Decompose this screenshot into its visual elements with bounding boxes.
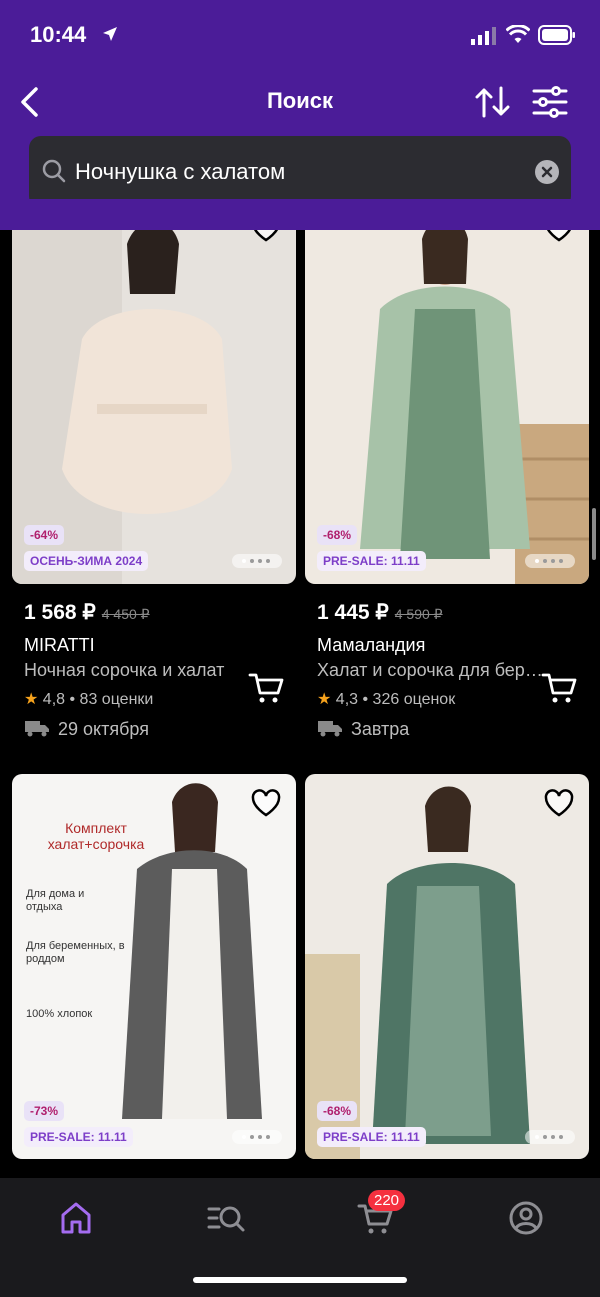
price: 1 445 ₽4 590 ₽ [317,601,443,624]
product-description: Ночная сорочка и халат [24,660,225,680]
image-pagination [232,1130,282,1144]
image-pagination [232,554,282,568]
discount-badge: -73% [24,1101,65,1121]
wifi-icon [506,25,530,43]
status-time: 10:44 [30,22,87,47]
home-indicator [193,1277,407,1283]
product-description: Халат и сорочка для беременных [317,660,543,680]
delivery-truck-icon [25,721,49,737]
image-pagination [525,1130,575,1144]
discount-badge: -64% [24,525,65,545]
cart-count-badge: 220 [368,1190,406,1211]
image-pagination [525,554,575,568]
delivery-truck-icon [318,721,342,737]
home-tab-icon[interactable] [56,1198,96,1238]
price: 1 568 ₽4 450 ₽ [24,601,150,624]
top-bar: 10:44 Поиск [0,0,600,230]
product-card[interactable]: -68% PRE-SALE: 11.11 [305,199,589,584]
battery-icon [538,25,575,45]
old-price: 4 450 ₽ [101,606,150,622]
promo-tag: ОСЕНЬ-ЗИМА 2024 [24,551,149,571]
product-info: 1 568 ₽4 450 ₽ MIRATTI Ночная сорочка и … [24,600,308,740]
image-caption: Для дома и отдыха [26,888,85,913]
search-bar[interactable] [29,136,571,208]
old-price: 4 590 ₽ [394,606,443,622]
promo-tag: PRE-SALE: 11.11 [317,1127,426,1147]
profile-tab-icon[interactable] [506,1198,546,1238]
discount-badge: -68% [317,525,358,545]
star-icon: ★ [317,691,332,708]
favorite-heart-icon[interactable] [250,788,282,818]
cellular-signal-icon [471,27,496,45]
promo-tag: PRE-SALE: 11.11 [317,551,426,571]
search-icon [42,159,66,183]
product-card[interactable]: Комплект халат+сорочка Для дома и отдыха… [12,774,296,1159]
delivery-date: Завтра [317,719,600,740]
image-headline: Комплект халат+сорочка [47,820,145,852]
image-caption: Для беременных, в роддом [26,940,125,965]
product-card[interactable]: -68% PRE-SALE: 11.11 [305,774,589,1159]
location-arrow-icon [103,27,117,41]
status-bar: 10:44 [0,0,600,72]
product-card[interactable]: -64% ОСЕНЬ-ЗИМА 2024 [12,199,296,584]
discount-badge: -68% [317,1101,358,1121]
promo-tag: PRE-SALE: 11.11 [24,1127,133,1147]
favorite-heart-icon[interactable] [543,788,575,818]
scrollbar[interactable] [592,508,596,560]
image-caption: 100% хлопок [26,1008,93,1020]
filter-icon[interactable] [530,86,570,118]
add-to-cart-icon[interactable] [248,672,284,704]
catalog-tab-icon[interactable] [206,1198,246,1238]
clear-search-icon[interactable] [535,160,559,184]
delivery-date: 29 октября [24,719,308,740]
brand-name: Мамаландия [317,635,426,655]
brand-name: MIRATTI [24,635,95,655]
search-input[interactable] [75,154,525,190]
add-to-cart-icon[interactable] [541,672,577,704]
star-icon: ★ [24,691,39,708]
header-bottom-fill [0,199,600,230]
product-info: 1 445 ₽4 590 ₽ Мамаландия Халат и сорочк… [317,600,600,740]
sort-icon[interactable] [474,86,512,118]
